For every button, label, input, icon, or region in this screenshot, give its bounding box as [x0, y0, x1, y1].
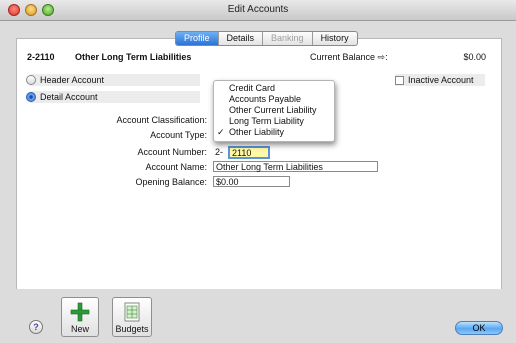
- header-account-label: Header Account: [40, 75, 105, 85]
- tab-bar: Profile Details Banking History: [175, 31, 358, 46]
- green-plus-icon: [70, 302, 90, 322]
- opening-balance-input[interactable]: $0.00: [213, 176, 290, 187]
- spreadsheet-icon: [124, 302, 140, 322]
- menu-item-credit-card[interactable]: Credit Card: [229, 83, 275, 94]
- account-type-label: Account Type:: [150, 130, 207, 140]
- tab-details[interactable]: Details: [219, 32, 264, 45]
- header-account-radio[interactable]: [26, 75, 36, 85]
- account-name-input[interactable]: Other Long Term Liabilities: [213, 161, 378, 172]
- account-number-input[interactable]: 2110: [228, 146, 270, 159]
- current-balance-label: Current Balance ⇨:: [310, 52, 388, 62]
- account-number-prefix: 2-: [215, 147, 224, 157]
- account-name-label: Account Name:: [145, 162, 207, 172]
- question-icon: ?: [33, 322, 39, 332]
- header-account-option[interactable]: Header Account: [26, 74, 200, 86]
- header-account-name: Other Long Term Liabilities: [75, 52, 192, 62]
- budgets-button[interactable]: Budgets: [112, 297, 152, 337]
- opening-balance-label: Opening Balance:: [135, 177, 207, 187]
- account-classification-label: Account Classification:: [116, 115, 207, 125]
- title-bar: Edit Accounts: [0, 0, 516, 21]
- inactive-account-option[interactable]: Inactive Account: [395, 74, 485, 86]
- budgets-button-label: Budgets: [115, 324, 149, 334]
- help-button[interactable]: ?: [29, 320, 43, 334]
- header-account-number: 2-2110: [27, 52, 55, 62]
- edit-accounts-window: Edit Accounts Profile Details Banking Hi…: [0, 0, 516, 343]
- detail-account-option[interactable]: Detail Account: [26, 91, 200, 103]
- ok-button[interactable]: OK: [455, 321, 503, 335]
- menu-item-other-liability[interactable]: ✓ Other Liability: [217, 127, 285, 138]
- new-button-label: New: [70, 324, 89, 334]
- menu-item-long-term-liability[interactable]: Long Term Liability: [229, 116, 304, 127]
- tab-banking: Banking: [263, 32, 313, 45]
- inactive-account-checkbox[interactable]: [395, 75, 404, 85]
- tab-history[interactable]: History: [313, 32, 357, 45]
- menu-item-other-current-liability[interactable]: Other Current Liability: [229, 105, 317, 116]
- menu-item-other-liability-label: Other Liability: [229, 127, 285, 137]
- detail-account-radio[interactable]: [26, 92, 36, 102]
- checkmark-icon: ✓: [217, 127, 225, 137]
- window-title: Edit Accounts: [227, 4, 289, 15]
- menu-item-accounts-payable[interactable]: Accounts Payable: [229, 94, 301, 105]
- inactive-account-label: Inactive Account: [408, 75, 474, 85]
- account-type-menu: Credit Card Accounts Payable Other Curre…: [213, 80, 335, 142]
- tab-profile[interactable]: Profile: [176, 32, 219, 45]
- new-button[interactable]: New: [61, 297, 99, 337]
- current-balance-value: $0.00: [463, 52, 486, 62]
- detail-account-label: Detail Account: [40, 92, 98, 102]
- account-number-label: Account Number:: [137, 147, 207, 157]
